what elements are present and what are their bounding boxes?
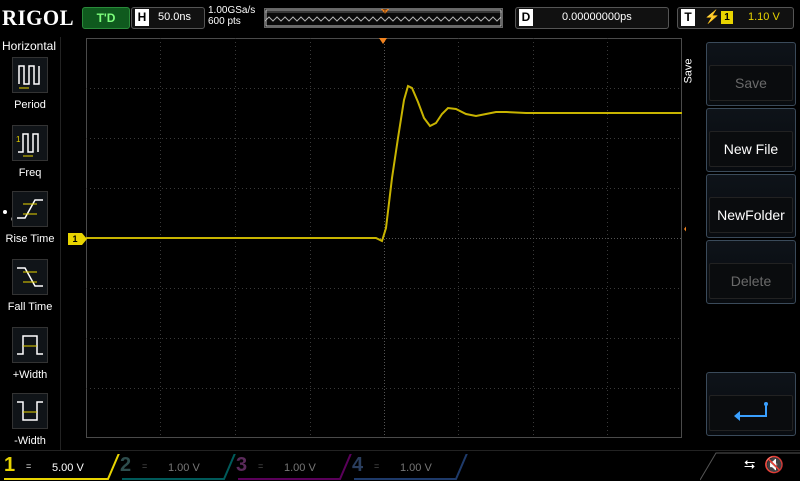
dc-coupling-icon: = — [142, 461, 148, 471]
memory-depth: 600 pts — [208, 16, 241, 27]
usb-icon: ⮀ — [744, 456, 756, 472]
run-status-badge[interactable]: T'D — [82, 7, 130, 29]
positive-width-icon — [12, 327, 48, 363]
new-file-button-label: New File — [709, 131, 793, 167]
trigger-readout[interactable]: T ⚡ 1 1.10 V — [677, 7, 794, 29]
sample-rate: 1.00GSa/s — [208, 5, 256, 16]
dc-coupling-icon: = — [26, 461, 31, 471]
timebase-label: H — [135, 9, 149, 26]
rise-time-icon — [12, 191, 48, 227]
measure-positive-width[interactable]: +Width — [0, 327, 60, 393]
measure-negative-width-label: -Width — [14, 435, 46, 447]
ch4-number: 4 — [352, 454, 364, 476]
ch1-ground-marker[interactable]: 1 — [68, 233, 87, 245]
dc-coupling-icon: = — [258, 461, 264, 471]
measure-frequency[interactable]: 1 Freq — [0, 125, 60, 191]
ch3-scale: 1.00 V — [284, 462, 316, 474]
return-arrow-icon — [734, 402, 768, 421]
svg-text:T: T — [382, 9, 387, 16]
trigger-source-badge: 1 — [721, 11, 733, 24]
ch2-status[interactable]: 2 = 1.00 V — [120, 454, 236, 480]
new-file-button[interactable]: New File — [706, 108, 796, 172]
save-menu-title: Save — [682, 58, 695, 84]
ch1-waveform — [86, 84, 682, 243]
channel-status-bar: 1 = 5.00 V 2 = 1.00 V 3 = 1.00 V 4 = 1.0… — [0, 450, 800, 481]
timebase-value: 50.0ns — [158, 11, 192, 23]
measure-period[interactable]: Period — [0, 57, 60, 123]
new-folder-button-label: NewFolder — [709, 197, 793, 233]
negative-width-icon — [12, 393, 48, 429]
ch4-scale: 1.00 V — [400, 462, 432, 474]
delete-button-label: Delete — [709, 263, 793, 299]
frequency-icon: 1 — [12, 125, 48, 161]
fall-time-icon — [12, 259, 48, 295]
ch1-scale: 5.00 V — [52, 462, 84, 474]
menu-title: Horizontal — [2, 39, 57, 53]
measure-fall-time-label: Fall Time — [7, 301, 53, 313]
delete-button[interactable]: Delete — [706, 240, 796, 304]
acquisition-info: 1.00GSa/s 600 pts — [208, 5, 255, 27]
ch4-status[interactable]: 4 = 1.00 V — [352, 454, 468, 480]
save-button-label: Save — [709, 65, 793, 101]
new-folder-button[interactable]: NewFolder — [706, 174, 796, 238]
save-button[interactable]: Save — [706, 42, 796, 106]
measure-period-label: Period — [14, 99, 46, 111]
ch2-scale: 1.00 V — [168, 462, 200, 474]
ch1-status[interactable]: 1 = 5.00 V — [4, 454, 120, 480]
ch1-number: 1 — [4, 454, 16, 476]
mute-icon[interactable]: 🔇 — [764, 455, 784, 475]
delay-readout[interactable]: D 0.00000000ps — [515, 7, 669, 29]
timebase-readout[interactable]: H 50.0ns — [131, 7, 205, 29]
measure-menu: Horizontal Period 1 Freq Rise Time Fall … — [0, 37, 61, 450]
return-button[interactable] — [706, 372, 796, 436]
top-status-bar: RIGOL T'D H 50.0ns 1.00GSa/s 600 pts T D… — [0, 0, 800, 36]
waveform-grid — [86, 38, 682, 438]
measure-rise-time-label: Rise Time — [5, 233, 55, 245]
save-menu: Save Save New File NewFolder Delete — [683, 37, 800, 450]
delay-value: 0.00000000ps — [562, 11, 632, 23]
rising-edge-icon: ⚡ — [704, 9, 721, 24]
period-icon — [12, 57, 48, 93]
save-menu-title-tab: Save — [683, 47, 704, 97]
ch3-number: 3 — [236, 454, 248, 476]
measure-rise-time[interactable]: Rise Time — [0, 191, 60, 257]
measure-positive-width-label: +Width — [12, 369, 48, 381]
waveform-display[interactable] — [86, 38, 682, 438]
memory-overview-bar[interactable]: T — [264, 8, 503, 28]
measure-fall-time[interactable]: Fall Time — [0, 259, 60, 325]
memory-waveform-overview: T — [265, 9, 502, 27]
trigger-level-value: 1.10 V — [748, 11, 780, 23]
dc-coupling-icon: = — [374, 461, 380, 471]
brand-logo: RIGOL — [2, 5, 75, 30]
delay-label: D — [519, 9, 533, 26]
ch3-status[interactable]: 3 = 1.00 V — [236, 454, 352, 480]
ch2-number: 2 — [120, 454, 132, 476]
trigger-position-marker[interactable] — [379, 38, 387, 44]
svg-text:1: 1 — [16, 135, 21, 144]
measure-frequency-label: Freq — [18, 167, 42, 179]
trigger-label: T — [681, 9, 695, 26]
